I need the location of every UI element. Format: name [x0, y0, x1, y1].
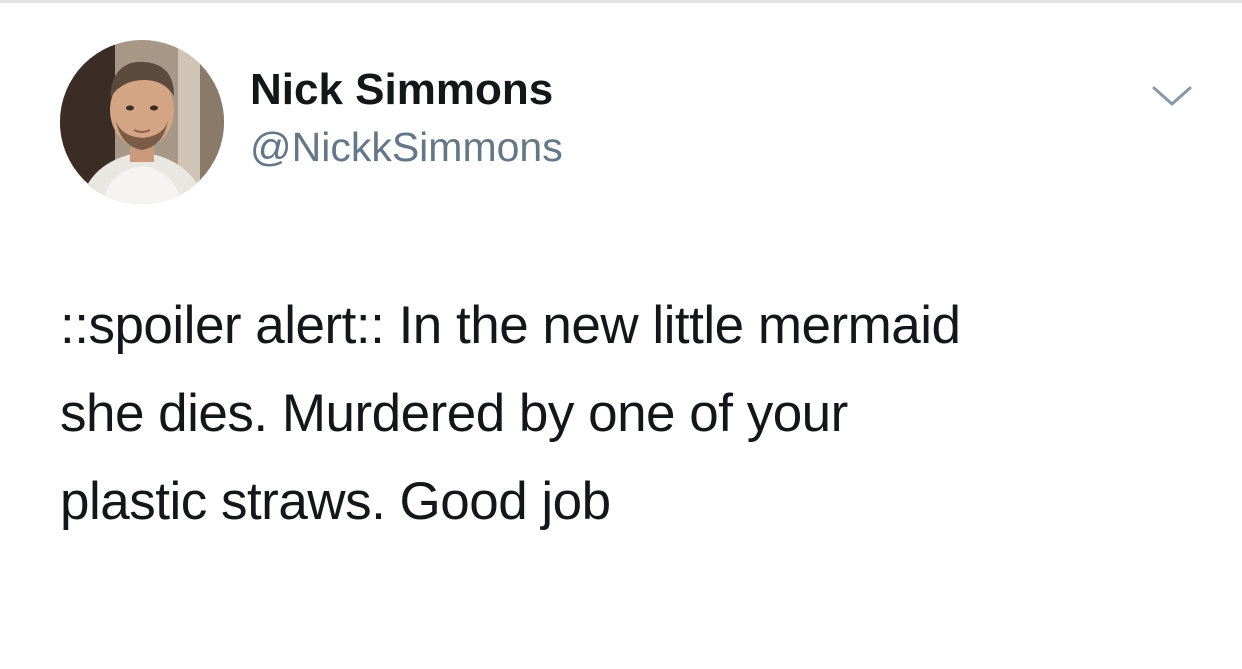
avatar[interactable]: [60, 40, 224, 204]
tweet-text: ::spoiler alert:: In the new little merm…: [60, 296, 961, 531]
avatar-photo-icon: [60, 40, 224, 204]
chevron-down-icon: [1152, 86, 1192, 106]
tweet-card: Nick Simmons @NickkSimmons ::spoiler ale…: [0, 0, 1242, 669]
tweet-menu-button[interactable]: [1150, 80, 1194, 110]
author-handle[interactable]: @NickkSimmons: [250, 122, 563, 172]
author-display-name[interactable]: Nick Simmons: [250, 64, 553, 116]
